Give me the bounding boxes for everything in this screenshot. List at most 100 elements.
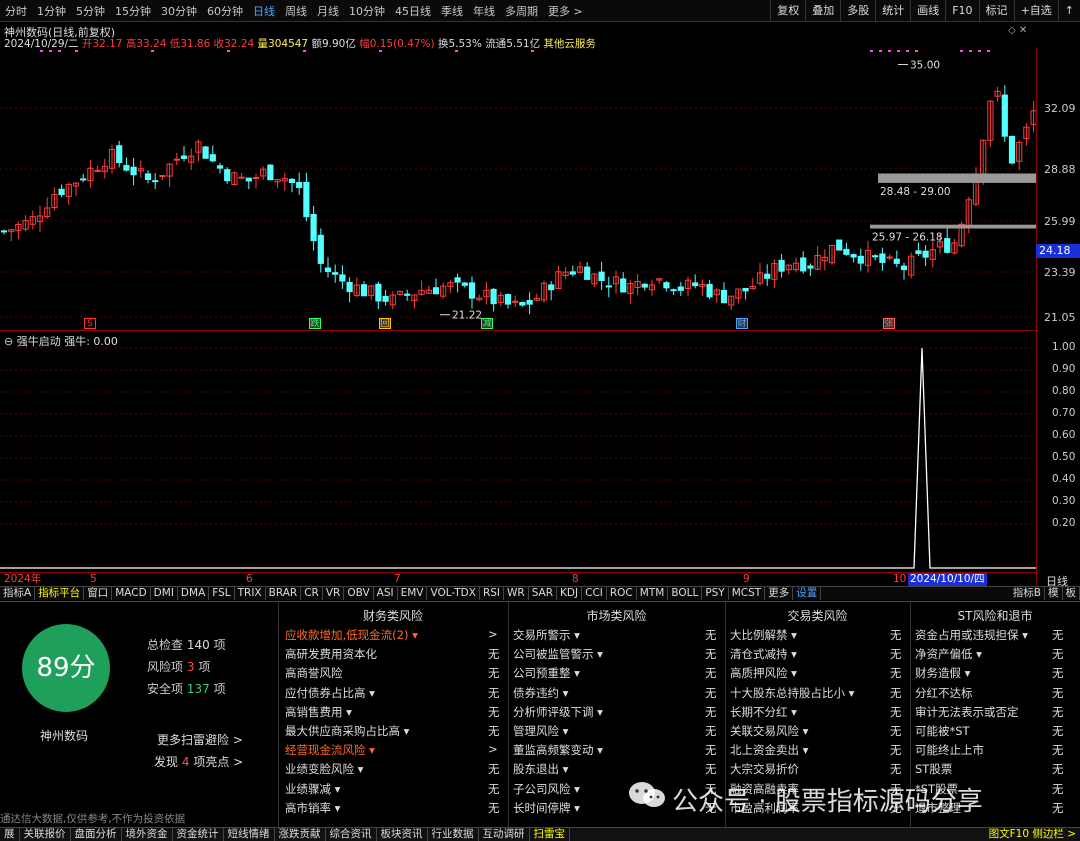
indicator-tab[interactable]: VR	[323, 587, 345, 600]
status-tab[interactable]: 扫雷宝	[530, 828, 570, 841]
timeframe-tab[interactable]: 45日线	[390, 3, 436, 19]
status-tab[interactable]: 行业数据	[428, 828, 479, 841]
signal-marker[interactable]: S	[84, 318, 96, 329]
indicator-tab[interactable]: WR	[504, 587, 529, 600]
side-panel-link[interactable]: 图文F10 侧边栏 >	[984, 828, 1080, 841]
more-scan-link[interactable]: 更多扫雷避险 >	[157, 731, 243, 748]
indicator-tab[interactable]: 更多	[765, 587, 794, 600]
status-tab[interactable]: 境外资金	[122, 828, 173, 841]
indicator-tab[interactable]: FSL	[209, 587, 235, 600]
signal-marker[interactable]: 减	[481, 318, 493, 329]
toolbar-button[interactable]: 多股	[840, 0, 875, 22]
status-tab[interactable]: 展	[0, 828, 20, 841]
risk-item[interactable]: 交易所警示 ▾	[513, 627, 580, 643]
toolbar-button[interactable]: 统计	[875, 0, 910, 22]
risk-item[interactable]: 管理风险 ▾	[513, 723, 568, 739]
risk-item[interactable]: 十大股东总持股占比小 ▾	[730, 685, 854, 701]
risk-item[interactable]: 长期不分红 ▾	[730, 704, 797, 720]
signal-marker[interactable]: 跌	[309, 318, 321, 329]
risk-item[interactable]: 业绩骤减 ▾	[285, 781, 340, 797]
risk-item[interactable]: 大比例解禁 ▾	[730, 627, 797, 643]
indicator-tab[interactable]: BOLL	[668, 587, 703, 600]
toolbar-button[interactable]: 叠加	[805, 0, 840, 22]
risk-item[interactable]: 北上资金卖出 ▾	[730, 742, 808, 758]
indicator-tab[interactable]: MACD	[112, 587, 151, 600]
risk-item[interactable]: 资金占用或违规担保 ▾	[915, 627, 1028, 643]
risk-item[interactable]: 分析师评级下调 ▾	[513, 704, 603, 720]
timeframe-tab[interactable]: 5分钟	[71, 3, 110, 19]
risk-item[interactable]: 大宗交易折价	[730, 761, 799, 777]
timeframe-tab[interactable]: 30分钟	[156, 3, 202, 19]
risk-item[interactable]: 应付债券占比高 ▾	[285, 685, 375, 701]
timeframe-tab[interactable]: 更多 >	[543, 3, 588, 19]
risk-item[interactable]: 子公司风险 ▾	[513, 781, 580, 797]
indicator-tab[interactable]: CR	[301, 587, 323, 600]
timeframe-tab[interactable]: 月线	[312, 3, 344, 19]
risk-item[interactable]: 业绩变脸风险 ▾	[285, 761, 363, 777]
toolbar-button[interactable]: 画线	[910, 0, 945, 22]
window-close-icons[interactable]: ◇ ✕	[1008, 25, 1027, 36]
indicator-tab[interactable]: SAR	[529, 587, 558, 600]
pane-divider[interactable]	[0, 330, 1036, 331]
risk-item[interactable]: ST股票	[915, 761, 952, 777]
risk-item[interactable]: 应收款增加,低现金流(2) ▾	[285, 627, 418, 643]
highlights-link[interactable]: 发现 4 项亮点 >	[154, 753, 243, 770]
timeframe-tab[interactable]: 60分钟	[202, 3, 248, 19]
risk-item[interactable]: 经营现金流风险 ▾	[285, 742, 375, 758]
risk-item[interactable]: 审计无法表示或否定	[915, 704, 1019, 720]
indicator-tab[interactable]: OBV	[344, 587, 374, 600]
indicator-chart[interactable]	[0, 340, 1036, 570]
indicator-tab[interactable]: VOL-TDX	[427, 587, 480, 600]
risk-item[interactable]: 关联交易风险 ▾	[730, 723, 808, 739]
risk-item[interactable]: 净资产偏低 ▾	[915, 646, 982, 662]
toolbar-button[interactable]: 复权	[770, 0, 805, 22]
risk-item[interactable]: 股东退出 ▾	[513, 761, 568, 777]
risk-item[interactable]: 公司被监管警示 ▾	[513, 646, 603, 662]
indicator-tab[interactable]: 指标A	[0, 587, 36, 600]
indicator-tab[interactable]: CCI	[582, 587, 607, 600]
indicator-tab[interactable]: BRAR	[266, 587, 302, 600]
risk-item[interactable]: 高销售费用 ▾	[285, 704, 352, 720]
risk-item[interactable]: 高质押风险 ▾	[730, 665, 797, 681]
toolbar-button[interactable]: +自选	[1013, 0, 1058, 22]
indicator-tab-right[interactable]: 模	[1045, 587, 1063, 600]
timeframe-tab[interactable]: 年线	[468, 3, 500, 19]
status-tab[interactable]: 互动调研	[479, 828, 530, 841]
indicator-tab[interactable]: ROC	[607, 587, 637, 600]
risk-item[interactable]: 高商誉风险	[285, 665, 343, 681]
risk-item[interactable]: 董监高频繁变动 ▾	[513, 742, 603, 758]
risk-item[interactable]: 高市销率 ▾	[285, 800, 340, 816]
toolbar-button[interactable]: 标记	[978, 0, 1014, 22]
signal-marker[interactable]: 财	[736, 318, 748, 329]
indicator-tab[interactable]: 设置	[793, 587, 822, 600]
indicator-tab[interactable]: EMV	[398, 587, 428, 600]
risk-item[interactable]: 公司预重整 ▾	[513, 665, 580, 681]
toolbar-button[interactable]: ↑	[1057, 0, 1080, 22]
timeframe-tab[interactable]: 周线	[280, 3, 312, 19]
status-tab[interactable]: 涨跌贡献	[275, 828, 326, 841]
status-tab[interactable]: 板块资讯	[377, 828, 428, 841]
timeframe-tab[interactable]: 多周期	[500, 3, 543, 19]
timeframe-tab[interactable]: 10分钟	[344, 3, 390, 19]
status-tab[interactable]: 短线情绪	[224, 828, 275, 841]
indicator-tab[interactable]: KDJ	[557, 587, 583, 600]
status-tab[interactable]: 综合资讯	[326, 828, 377, 841]
indicator-tab[interactable]: TRIX	[235, 587, 266, 600]
risk-item[interactable]: 可能被*ST	[915, 723, 970, 739]
risk-item[interactable]: 可能终止上市	[915, 742, 984, 758]
risk-item[interactable]: 分红不达标	[915, 685, 973, 701]
indicator-tab[interactable]: DMI	[151, 587, 178, 600]
kline-chart[interactable]: 28.48 - 29.00 25.97 - 26.18 35.00 21.22	[0, 48, 1036, 330]
risk-item[interactable]: 最大供应商采购占比高 ▾	[285, 723, 409, 739]
toolbar-button[interactable]: F10	[945, 0, 978, 22]
risk-item[interactable]: 长时间停牌 ▾	[513, 800, 580, 816]
status-tab[interactable]: 关联报价	[20, 828, 71, 841]
indicator-tab[interactable]: PSY	[702, 587, 729, 600]
indicator-tab[interactable]: 指标平台	[35, 587, 85, 600]
timeframe-tab[interactable]: 分时	[0, 3, 32, 19]
indicator-tab-right[interactable]: 板	[1063, 587, 1080, 600]
timeframe-tab[interactable]: 15分钟	[110, 3, 156, 19]
indicator-tab[interactable]: MCST	[729, 587, 766, 600]
indicator-tab-right[interactable]: 指标B	[1010, 587, 1045, 600]
timeframe-tab[interactable]: 日线	[248, 3, 280, 19]
